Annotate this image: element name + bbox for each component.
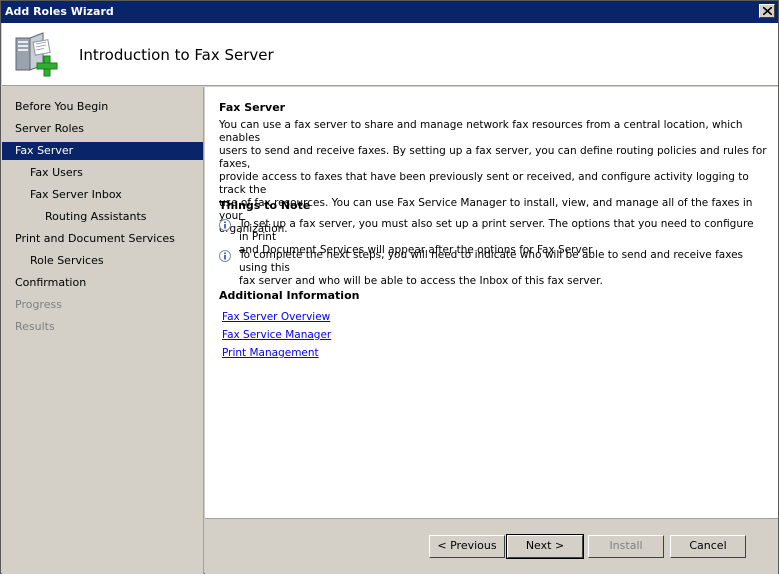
things-to-note-heading: Things to Note	[219, 199, 311, 212]
server-role-add-icon	[15, 32, 58, 77]
nav-item-confirmation[interactable]: Confirmation	[2, 274, 203, 292]
nav-item-role-services[interactable]: Role Services	[2, 252, 203, 270]
window-title: Add Roles Wizard	[5, 5, 114, 18]
install-button: Install	[588, 535, 664, 558]
wizard-header: Introduction to Fax Server	[2, 23, 778, 86]
previous-button[interactable]: < Previous	[429, 535, 505, 558]
nav-item-before-you-begin[interactable]: Before You Begin	[2, 98, 203, 116]
page-title: Introduction to Fax Server	[79, 46, 274, 64]
title-bar[interactable]: Add Roles Wizard	[1, 1, 778, 23]
info-icon	[219, 219, 231, 231]
add-roles-wizard-window: Add Roles Wizard Introduction to Fax Ser…	[0, 0, 779, 574]
fax-server-heading: Fax Server	[219, 101, 286, 114]
nav-item-server-roles[interactable]: Server Roles	[2, 120, 203, 138]
nav-item-fax-server-inbox[interactable]: Fax Server Inbox	[2, 186, 203, 204]
additional-information-heading: Additional Information	[219, 289, 360, 302]
nav-item-results: Results	[15, 320, 55, 333]
cancel-button[interactable]: Cancel	[670, 535, 746, 558]
content-pane: Fax Server You can use a fax server to s…	[205, 87, 778, 518]
wizard-button-bar: < Previous Next > Install Cancel	[205, 518, 778, 574]
wizard-step-list: Before You Begin Server Roles Fax Server…	[2, 87, 204, 574]
link-fax-service-manager[interactable]: Fax Service Manager	[222, 329, 331, 341]
nav-item-routing-assistants[interactable]: Routing Assistants	[2, 208, 203, 226]
info-icon	[219, 250, 231, 262]
nav-item-fax-server[interactable]: Fax Server	[2, 142, 203, 160]
next-button[interactable]: Next >	[506, 534, 584, 559]
nav-item-print-and-document-services[interactable]: Print and Document Services	[2, 230, 203, 248]
link-print-management[interactable]: Print Management	[222, 347, 319, 359]
close-button[interactable]	[759, 4, 775, 18]
link-fax-server-overview[interactable]: Fax Server Overview	[222, 311, 330, 323]
close-icon	[763, 7, 772, 15]
nav-item-fax-users[interactable]: Fax Users	[2, 164, 203, 182]
nav-item-progress: Progress	[15, 298, 62, 311]
